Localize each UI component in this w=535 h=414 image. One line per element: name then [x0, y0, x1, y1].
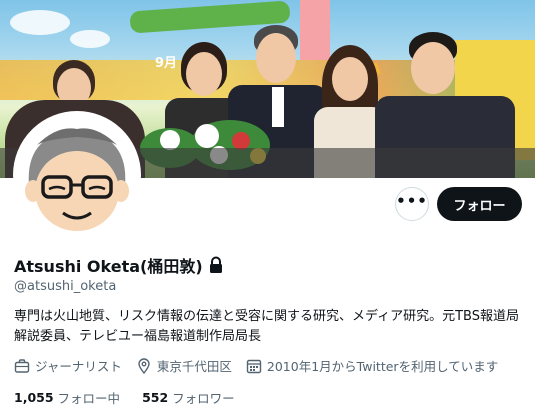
followers-label: フォロワー: [172, 391, 235, 406]
more-dots-icon: •••: [396, 191, 428, 210]
location-item: 東京千代田区: [136, 356, 232, 375]
profession-item: ジャーナリスト: [14, 356, 122, 375]
joined-item: 2010年1月からTwitterを利用しています: [246, 356, 498, 375]
followers-count: 552: [142, 390, 169, 405]
follow-button[interactable]: フォロー: [437, 187, 522, 221]
more-options-button[interactable]: •••: [395, 187, 429, 221]
location-text: 東京千代田区: [156, 359, 232, 374]
joined-text: 2010年1月からTwitterを利用しています: [266, 359, 499, 374]
following-label: フォロー中: [57, 391, 121, 406]
profile-meta-row: ジャーナリスト 東京千代田区 2010年1月からTwitterを利用しています: [14, 356, 512, 375]
following-count: 1,055: [14, 390, 54, 405]
location-pin-icon: [138, 357, 150, 374]
banner-cloud: [70, 30, 110, 48]
follow-counts-row: 1,055 フォロー中 552 フォロワー: [14, 388, 257, 407]
calendar-icon: [246, 359, 262, 373]
display-name-row: Atsushi Oketa(桶田敦): [14, 253, 224, 277]
profession-text: ジャーナリスト: [35, 359, 122, 374]
avatar-illustration: [17, 115, 137, 235]
profile-avatar[interactable]: [13, 111, 141, 239]
lock-icon: [208, 256, 224, 274]
profile-bio: 専門は火山地質、リスク情報の伝達と受容に関する研究、メディア研究。元TBS報道局…: [14, 309, 519, 344]
following-link[interactable]: 1,055 フォロー中: [14, 388, 120, 407]
profile-handle: @atsushi_oketa: [14, 279, 117, 294]
banner-cloud: [10, 10, 70, 35]
followers-link[interactable]: 552 フォロワー: [142, 388, 235, 407]
display-name: Atsushi Oketa(桶田敦): [14, 257, 203, 276]
briefcase-icon: [14, 358, 30, 373]
